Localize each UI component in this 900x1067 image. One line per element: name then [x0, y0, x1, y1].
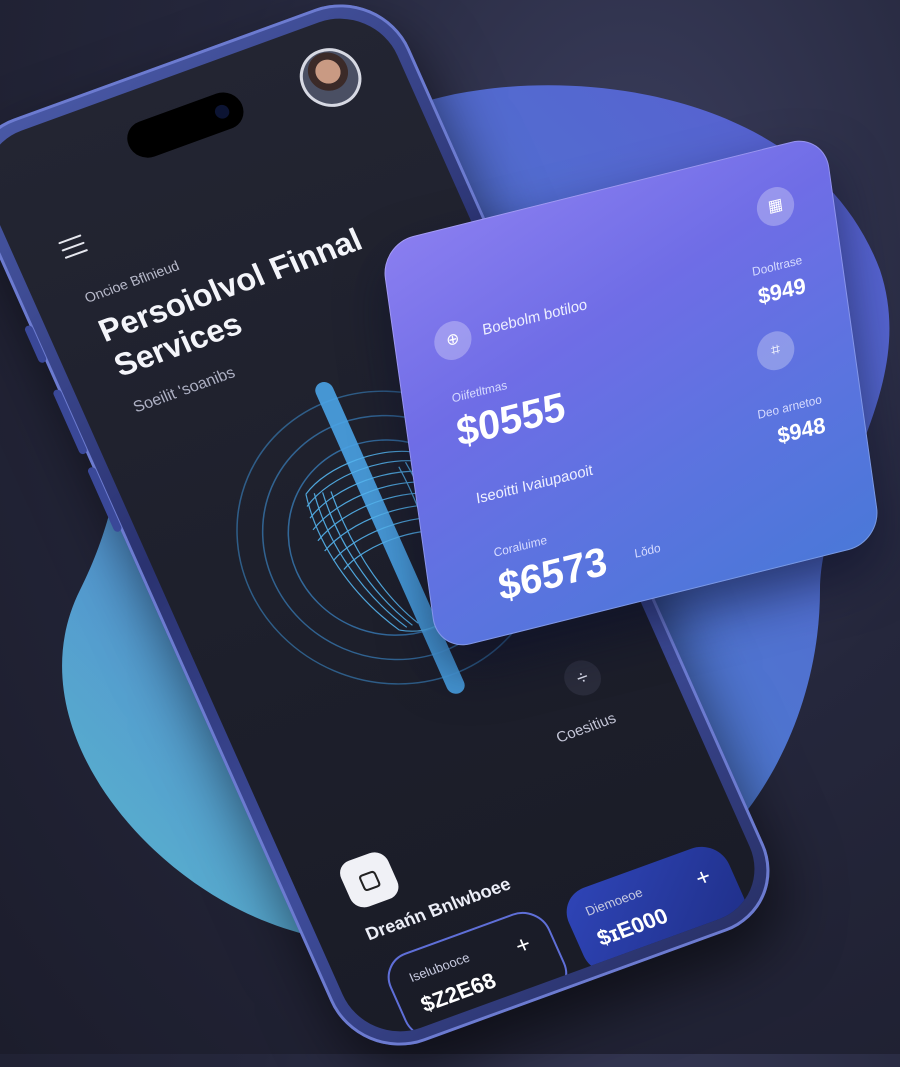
qr-icon[interactable]: ▦: [754, 182, 797, 231]
card-right-top-value: $949: [756, 272, 808, 310]
add-icon[interactable]: +: [511, 931, 536, 961]
lock-icon: ⊕: [431, 317, 474, 365]
card-header-label: Boebolm botiloo: [481, 296, 589, 340]
avatar[interactable]: [290, 39, 372, 116]
card-mid-label: Iseoitti Ivaiupaooit: [474, 461, 594, 508]
phone-action-button: [23, 324, 48, 364]
dynamic-island: [121, 87, 250, 164]
card-right-mid-value: $948: [775, 411, 827, 449]
wallet-icon[interactable]: ▢: [335, 848, 403, 912]
scan-icon[interactable]: ⌗: [754, 327, 797, 375]
add-icon[interactable]: +: [691, 863, 716, 893]
hamburger-menu-icon[interactable]: [58, 234, 89, 259]
card-bottom-suffix: Lǒdo: [633, 540, 662, 561]
camera-icon: [212, 102, 232, 121]
side-action-label: Coesitius: [553, 709, 619, 747]
